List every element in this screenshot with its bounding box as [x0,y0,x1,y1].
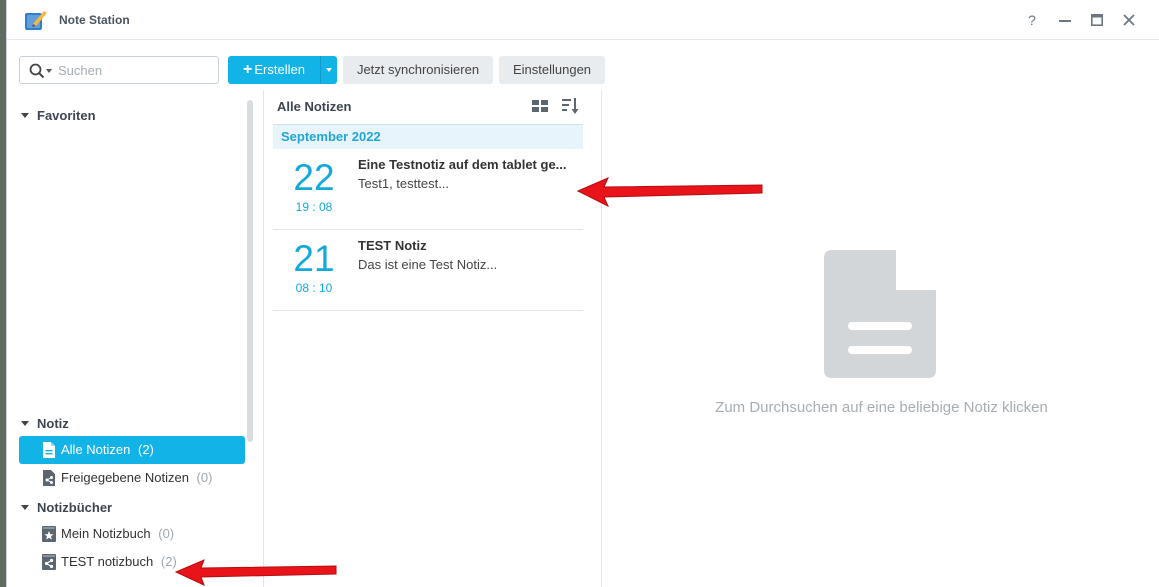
sync-now-button[interactable]: Jetzt synchronisieren [343,56,493,84]
maximize-icon [1091,14,1103,26]
minimize-button[interactable] [1055,10,1075,30]
note-time: 08 : 10 [295,281,333,295]
help-button[interactable]: ? [1022,10,1042,30]
sort-icon[interactable] [562,98,580,114]
grid-view-icon[interactable] [532,100,548,112]
create-button[interactable]: + Erstellen [228,56,320,84]
toolbar: +Erstellen Jetzt synchronisieren Einstel… [7,40,1159,90]
window-title: Note Station [59,13,130,27]
close-icon [1123,14,1135,26]
note-list-panel: Alle Notizen September 2022 22 19 : 08 E… [265,90,602,587]
close-button[interactable] [1119,10,1139,30]
notebook-star-icon [42,526,56,542]
sidebar-item-label: Mein Notizbuch [61,526,151,541]
notebooks-header-label: Notizbücher [37,500,113,515]
empty-document-icon [824,250,936,378]
sidebar: Favoriten Notiz Alle Notizen (2) Freigeg… [7,90,264,587]
search-icon [29,63,45,79]
favorites-section-header[interactable]: Favoriten [21,108,96,123]
annotation-arrow-note [576,177,763,208]
note-list-item[interactable]: 22 19 : 08 Eine Testnotiz auf dem tablet… [273,149,583,230]
sidebar-scrollbar[interactable] [247,100,253,442]
note-list-title: Alle Notizen [277,99,352,114]
note-preview: Test1, testtest... [358,176,450,191]
note-preview: Das ist eine Test Notiz... [358,257,498,272]
search-options-caret-icon[interactable] [46,69,52,73]
shared-notes-icon [43,470,55,486]
settings-button[interactable]: Einstellungen [499,56,605,84]
note-list-item[interactable]: 21 08 : 10 TEST Notiz Das ist eine Test … [273,230,583,311]
maximize-button[interactable] [1087,10,1107,30]
sidebar-item-shared-notes[interactable]: Freigegebene Notizen (0) [19,464,245,492]
search-box[interactable] [19,56,219,84]
create-dropdown-button[interactable] [320,56,337,84]
note-day: 21 [293,238,335,279]
plus-icon: + [243,61,253,78]
note-day: 22 [293,157,335,198]
month-group-header: September 2022 [273,124,583,149]
sidebar-item-all-notes[interactable]: Alle Notizen (2) [19,436,245,464]
collapse-triangle-icon [21,505,29,510]
sidebar-item-count: (0) [158,526,175,541]
note-viewer-panel: Zum Durchsuchen auf eine beliebige Notiz… [603,90,1159,587]
notes-section-header[interactable]: Notiz [21,416,69,431]
favorites-header-label: Favoriten [37,108,96,123]
annotation-arrow-notebook [174,559,337,586]
sidebar-item-count: (2) [138,442,154,457]
sidebar-item-my-notebook[interactable]: Mein Notizbuch (0) [19,520,245,548]
note-title: Eine Testnotiz auf dem tablet ge... [358,157,567,172]
create-button-label: Erstellen [254,62,305,77]
sidebar-item-label: Alle Notizen [61,442,131,457]
note-time: 19 : 08 [295,200,333,214]
sidebar-item-count: (0) [196,470,213,485]
collapse-triangle-icon [21,421,29,426]
minimize-icon [1059,20,1071,22]
create-button-group: + Erstellen [228,56,337,84]
sidebar-item-label: Freigegebene Notizen [61,470,189,485]
sidebar-item-label: TEST notizbuch [61,554,154,569]
collapse-triangle-icon [21,113,29,118]
chevron-down-icon [326,68,332,72]
document-icon [43,442,55,458]
search-input[interactable] [58,60,213,80]
title-bar: Note Station ? [7,0,1159,40]
note-title: TEST Notiz [358,238,427,253]
empty-state-message: Zum Durchsuchen auf eine beliebige Notiz… [715,399,1048,416]
note-station-window: Note Station ? +Erstellen Jetzt sy [6,0,1159,587]
notebook-shared-icon [42,554,56,570]
notes-header-label: Notiz [37,416,69,431]
note-station-app-icon [25,11,47,30]
notebooks-section-header[interactable]: Notizbücher [21,500,112,515]
